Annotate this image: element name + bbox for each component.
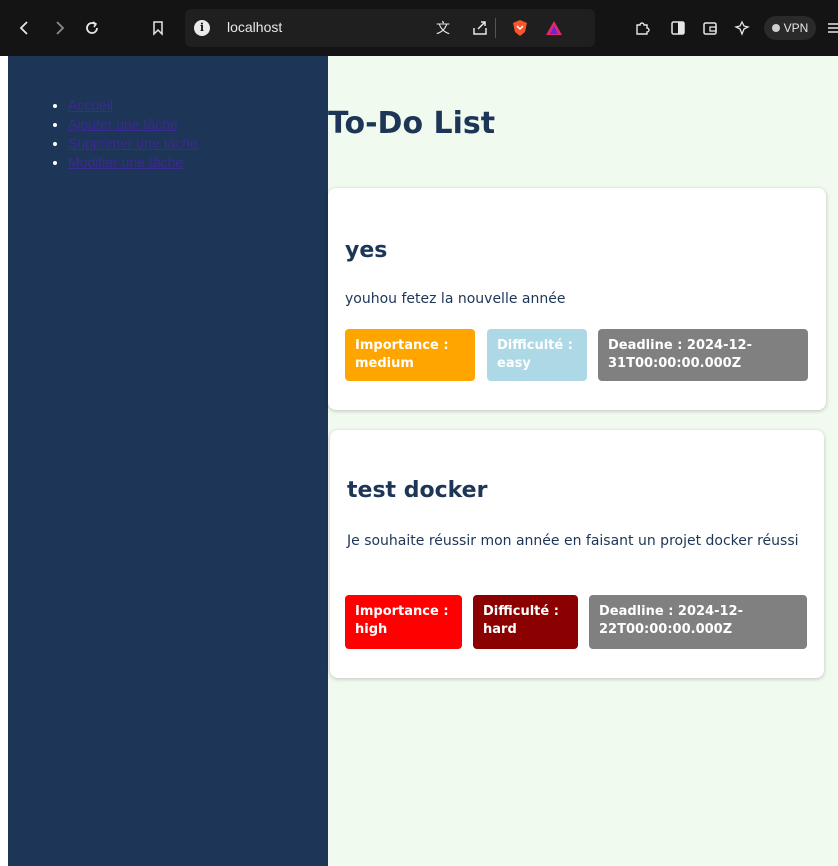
sidebar-item-supprimer: Supprimer une tâche	[68, 134, 198, 153]
sidebar-item-modifier: Modifier une tâche	[68, 153, 198, 172]
share-icon[interactable]	[470, 18, 490, 38]
importance-badge: Importance : medium	[345, 329, 475, 381]
vpn-label: VPN	[783, 21, 809, 35]
sidebar-toggle-icon[interactable]	[668, 18, 688, 38]
link-accueil[interactable]: Accueil	[68, 97, 113, 113]
sidebar: Accueil Ajouter une tâche Supprimer une …	[8, 56, 328, 866]
vpn-button[interactable]: VPN	[764, 16, 816, 40]
brave-shield-icon[interactable]	[510, 18, 530, 38]
wallet-icon[interactable]	[700, 18, 720, 38]
task-card: test docker Je souhaite réussir mon anné…	[330, 430, 824, 678]
forward-icon[interactable]	[50, 18, 70, 38]
deadline-badge: Deadline : 2024-12-31T00:00:00.000Z	[598, 329, 808, 381]
reload-icon[interactable]	[82, 18, 102, 38]
importance-badge: Importance : high	[345, 595, 462, 649]
menu-icon[interactable]	[824, 18, 838, 38]
bookmark-icon[interactable]	[148, 18, 168, 38]
brave-rewards-icon[interactable]	[544, 18, 564, 38]
page-title: To-Do List	[328, 106, 496, 141]
toolbar-divider	[495, 18, 496, 38]
main-content: To-Do List yes youhou fetez la nouvelle …	[328, 56, 838, 866]
difficulty-badge: Difficulté : hard	[473, 595, 578, 649]
difficulty-badge: Difficulté : easy	[487, 329, 587, 381]
sidebar-item-ajouter: Ajouter une tâche	[68, 115, 198, 134]
deadline-badge: Deadline : 2024-12-22T00:00:00.000Z	[589, 595, 807, 649]
address-bar[interactable]: i localhost	[185, 9, 595, 47]
task-title: test docker	[347, 478, 488, 503]
browser-toolbar: i localhost 文 VPN	[0, 0, 838, 56]
leo-icon[interactable]	[732, 18, 752, 38]
back-icon[interactable]	[14, 18, 34, 38]
info-icon[interactable]: i	[194, 20, 210, 36]
sidebar-item-accueil: Accueil	[68, 96, 198, 115]
link-ajouter-tache[interactable]: Ajouter une tâche	[68, 116, 178, 132]
translate-icon[interactable]: 文	[433, 18, 453, 38]
vpn-status-icon	[771, 24, 780, 32]
task-title: yes	[345, 238, 388, 263]
extensions-icon[interactable]	[632, 18, 652, 38]
task-description: youhou fetez la nouvelle année	[345, 291, 566, 307]
link-supprimer-tache[interactable]: Supprimer une tâche	[68, 135, 198, 151]
task-description: Je souhaite réussir mon année en faisant…	[347, 533, 799, 549]
link-modifier-tache[interactable]: Modifier une tâche	[68, 154, 183, 170]
task-card: yes youhou fetez la nouvelle année Impor…	[328, 188, 826, 410]
sidebar-nav-list: Accueil Ajouter une tâche Supprimer une …	[68, 96, 198, 172]
url-text[interactable]: localhost	[227, 19, 282, 35]
